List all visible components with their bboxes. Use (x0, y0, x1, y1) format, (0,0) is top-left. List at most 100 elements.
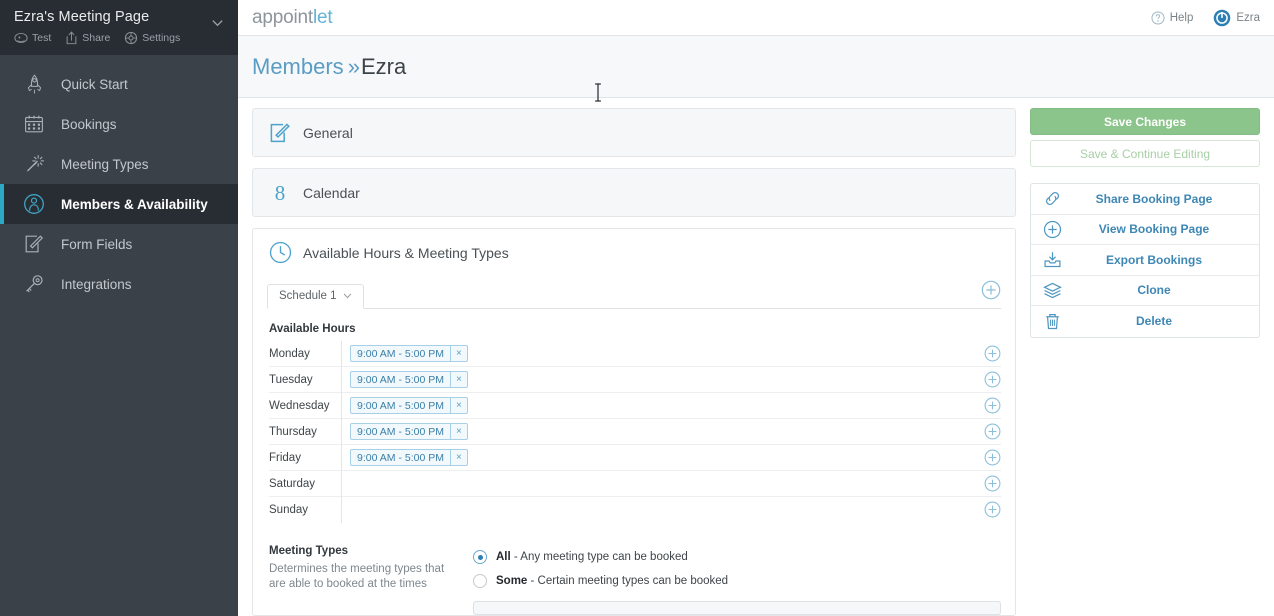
meeting-types-heading: Meeting Types (269, 545, 349, 557)
action-label: View Booking Page (1098, 222, 1210, 237)
tab-schedule-1[interactable]: Schedule 1 (267, 284, 364, 309)
sidebar-item-meeting-types[interactable]: Meeting Types (0, 144, 238, 184)
card-general-header[interactable]: General (253, 109, 1015, 156)
available-hours-title: Available Hours (269, 323, 356, 335)
radio-button[interactable] (473, 574, 487, 588)
add-slot-button[interactable] (984, 449, 1001, 471)
actions-column: Save Changes Save & Continue Editing Sha… (1030, 108, 1260, 616)
card-general[interactable]: General (252, 108, 1016, 157)
meeting-types-description: Determines the meeting types that are ab… (269, 563, 445, 590)
radio-label-bold: Some (496, 575, 528, 587)
day-label: Saturday (269, 477, 316, 490)
time-slot-label: 9:00 AM - 5:00 PM (357, 451, 444, 464)
day-slots: 9:00 AM - 5:00 PM × (341, 418, 1001, 445)
table-row: Monday 9:00 AM - 5:00 PM × (269, 340, 1001, 367)
add-slot-button[interactable] (984, 423, 1001, 445)
export-bookings-button[interactable]: Export Bookings (1031, 245, 1259, 276)
card-available-hours-header[interactable]: Available Hours & Meeting Types (253, 229, 1015, 276)
time-slot-chip[interactable]: 9:00 AM - 5:00 PM × (350, 397, 468, 414)
pencil-square-icon (21, 232, 47, 256)
sidebar-item-bookings[interactable]: Bookings (0, 104, 238, 144)
sidebar-item-quick-start[interactable]: Quick Start (0, 64, 238, 104)
day-slots (341, 470, 1001, 497)
radio-label: Some - Certain meeting types can be book… (496, 575, 728, 587)
remove-slot-button[interactable]: × (449, 372, 467, 387)
magic-wand-icon (21, 152, 47, 176)
content-body: General 8 Calendar Available Hours & Mee… (238, 98, 1274, 616)
clock-icon (269, 241, 299, 264)
breadcrumb-bar: Members »Ezra (238, 36, 1274, 102)
radio-label: All - Any meeting type can be booked (496, 551, 688, 563)
remove-slot-button[interactable]: × (449, 424, 467, 439)
sidebar-header: Ezra's Meeting Page Test Share Settings (0, 0, 238, 55)
plus-circle-icon (984, 449, 1001, 466)
share-button[interactable]: Share (65, 31, 110, 45)
time-slot-chip[interactable]: 9:00 AM - 5:00 PM × (350, 449, 468, 466)
plus-circle-icon (984, 475, 1001, 492)
remove-slot-button[interactable]: × (449, 398, 467, 413)
settings-button[interactable]: Settings (124, 31, 180, 45)
test-button[interactable]: Test (14, 31, 51, 45)
plus-circle-icon (984, 423, 1001, 440)
time-slot-label: 9:00 AM - 5:00 PM (357, 373, 444, 386)
day-slots: 9:00 AM - 5:00 PM × (341, 444, 1001, 471)
help-link[interactable]: Help (1151, 10, 1194, 25)
card-calendar[interactable]: 8 Calendar (252, 168, 1016, 217)
add-slot-button[interactable] (984, 345, 1001, 367)
sidebar-item-integrations[interactable]: Integrations (0, 264, 238, 304)
plus-circle-icon (984, 371, 1001, 388)
chevron-down-icon[interactable] (211, 16, 224, 29)
app-logo[interactable]: appointlet (252, 7, 333, 29)
action-label: Clone (1137, 283, 1171, 298)
time-slot-chip[interactable]: 9:00 AM - 5:00 PM × (350, 345, 468, 362)
action-label: Share Booking Page (1095, 191, 1213, 206)
meeting-types-selector-box[interactable] (473, 601, 1001, 615)
radio-button[interactable] (473, 550, 487, 564)
svg-text:8: 8 (275, 181, 286, 205)
pencil-square-icon (269, 122, 299, 144)
remove-slot-button[interactable]: × (449, 346, 467, 361)
add-slot-button[interactable] (984, 501, 1001, 523)
day-slots: 9:00 AM - 5:00 PM × (341, 340, 1001, 367)
top-bar-right: Help Ezra (1151, 9, 1260, 27)
breadcrumb: Members »Ezra (252, 54, 406, 80)
meeting-page-title: Ezra's Meeting Page (14, 9, 150, 25)
radio-label-rest: - Certain meeting types can be booked (527, 575, 729, 587)
share-label: Share (82, 32, 111, 44)
sidebar-item-label: Bookings (61, 116, 117, 132)
user-menu[interactable]: Ezra (1213, 9, 1260, 27)
help-label: Help (1169, 11, 1194, 24)
add-slot-button[interactable] (984, 371, 1001, 393)
table-row: Wednesday 9:00 AM - 5:00 PM × (269, 392, 1001, 419)
test-label: Test (32, 32, 52, 44)
delete-button[interactable]: Delete (1031, 306, 1259, 337)
add-slot-button[interactable] (984, 397, 1001, 419)
radio-option-some[interactable]: Some - Certain meeting types can be book… (473, 569, 1001, 593)
card-calendar-header[interactable]: 8 Calendar (253, 169, 1015, 216)
breadcrumb-parent-link[interactable]: Members (252, 54, 344, 79)
available-hours-table: Monday 9:00 AM - 5:00 PM × Tuesday 9:00 … (269, 340, 1001, 523)
time-slot-chip[interactable]: 9:00 AM - 5:00 PM × (350, 371, 468, 388)
view-booking-page-button[interactable]: View Booking Page (1031, 215, 1259, 245)
table-row: Sunday (269, 497, 1001, 523)
tab-label: Schedule 1 (279, 290, 337, 302)
add-slot-button[interactable] (984, 475, 1001, 497)
clone-button[interactable]: Clone (1031, 276, 1259, 306)
card-title: Calendar (303, 184, 360, 201)
link-icon (1043, 189, 1073, 208)
add-schedule-button[interactable] (981, 280, 1001, 305)
radio-option-all[interactable]: All - Any meeting type can be booked (473, 545, 1001, 569)
sidebar-item-form-fields[interactable]: Form Fields (0, 224, 238, 264)
share-booking-page-button[interactable]: Share Booking Page (1031, 184, 1259, 215)
save-continue-editing-button[interactable]: Save & Continue Editing (1030, 140, 1260, 167)
schedule-tabstrip: Schedule 1 (267, 279, 1001, 309)
meeting-types-description-block: Meeting Types Determines the meeting typ… (269, 545, 461, 615)
save-changes-button[interactable]: Save Changes (1030, 108, 1260, 135)
remove-slot-button[interactable]: × (449, 450, 467, 465)
day-label: Wednesday (269, 399, 330, 412)
day-label: Tuesday (269, 373, 313, 386)
sidebar-item-members-availability[interactable]: Members & Availability (0, 184, 238, 224)
time-slot-chip[interactable]: 9:00 AM - 5:00 PM × (350, 423, 468, 440)
card-title: Available Hours & Meeting Types (303, 244, 509, 261)
settings-column: General 8 Calendar Available Hours & Mee… (252, 108, 1016, 616)
